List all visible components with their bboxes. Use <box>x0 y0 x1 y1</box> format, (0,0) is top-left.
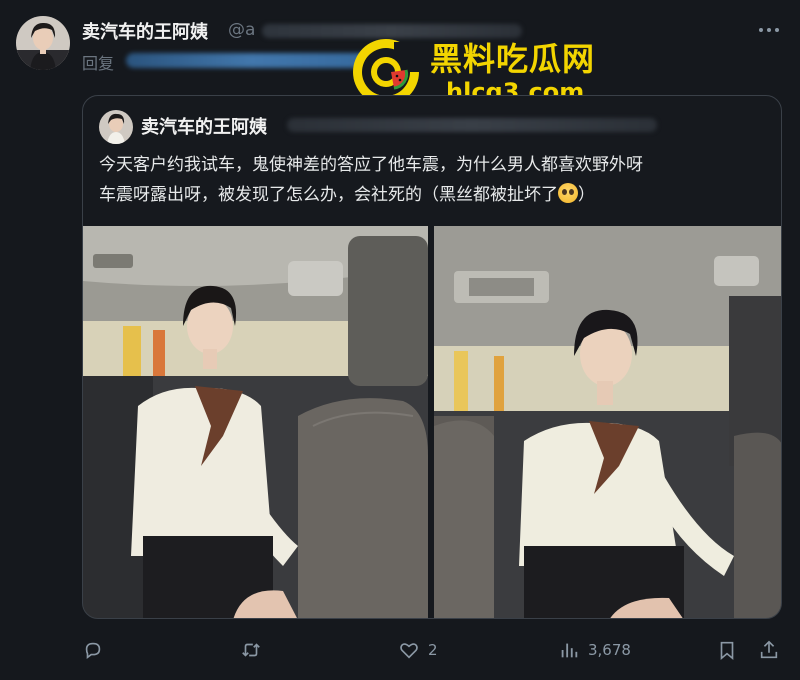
like-count: 2 <box>428 641 438 659</box>
bookmark-button[interactable] <box>716 632 738 668</box>
like-icon <box>400 643 418 659</box>
quoted-author-avatar[interactable] <box>99 110 133 144</box>
quoted-text-line-1: 今天客户约我试车，鬼使神差的答应了他车震，为什么男人都喜欢野外呀 <box>99 155 643 175</box>
blurred-quoted-handle-date <box>287 118 657 132</box>
more-button[interactable] <box>754 18 784 42</box>
author-name[interactable]: 卖汽车的王阿姨 <box>82 18 208 44</box>
watermark-site-name: 黑料吃瓜网 <box>430 40 596 78</box>
reply-icon <box>85 642 101 659</box>
views-icon <box>561 643 578 658</box>
bookmark-icon <box>720 641 734 661</box>
quoted-text-line-2: 车震呀露出呀，被发现了怎么办，会社死的（黑丝都被扯坏了 <box>99 185 558 205</box>
quoted-photo-2[interactable] <box>434 226 781 618</box>
views-button[interactable]: 3,678 <box>558 632 631 668</box>
action-bar: 2 3,678 <box>0 632 800 668</box>
reply-to-label: 回复 <box>82 54 115 73</box>
author-handle[interactable]: @a <box>228 20 255 40</box>
share-button[interactable] <box>758 632 780 668</box>
post: 卖汽车的王阿姨 @a 回复 黑料吃瓜网 hlcg3.com 卖汽车的王阿姨 今天… <box>0 0 800 680</box>
quoted-author-name[interactable]: 卖汽车的王阿姨 <box>141 113 267 139</box>
quoted-post-card[interactable]: 卖汽车的王阿姨 今天客户约我试车，鬼使神差的答应了他车震，为什么男人都喜欢野外呀… <box>82 95 782 619</box>
like-button[interactable]: 2 <box>398 632 438 668</box>
share-icon <box>760 640 778 659</box>
author-avatar[interactable] <box>16 16 70 70</box>
quoted-photo-1[interactable] <box>83 226 428 618</box>
more-icon <box>759 28 779 32</box>
quoted-post-text: 今天客户约我试车，鬼使神差的答应了他车震，为什么男人都喜欢野外呀 车震呀露出呀，… <box>99 150 774 210</box>
pleading-face-emoji <box>558 183 578 203</box>
reply-button[interactable] <box>82 632 112 668</box>
blurred-reply-mentions[interactable] <box>126 53 376 68</box>
retweet-icon <box>242 643 260 657</box>
view-count: 3,678 <box>588 641 631 659</box>
retweet-button[interactable] <box>240 632 270 668</box>
